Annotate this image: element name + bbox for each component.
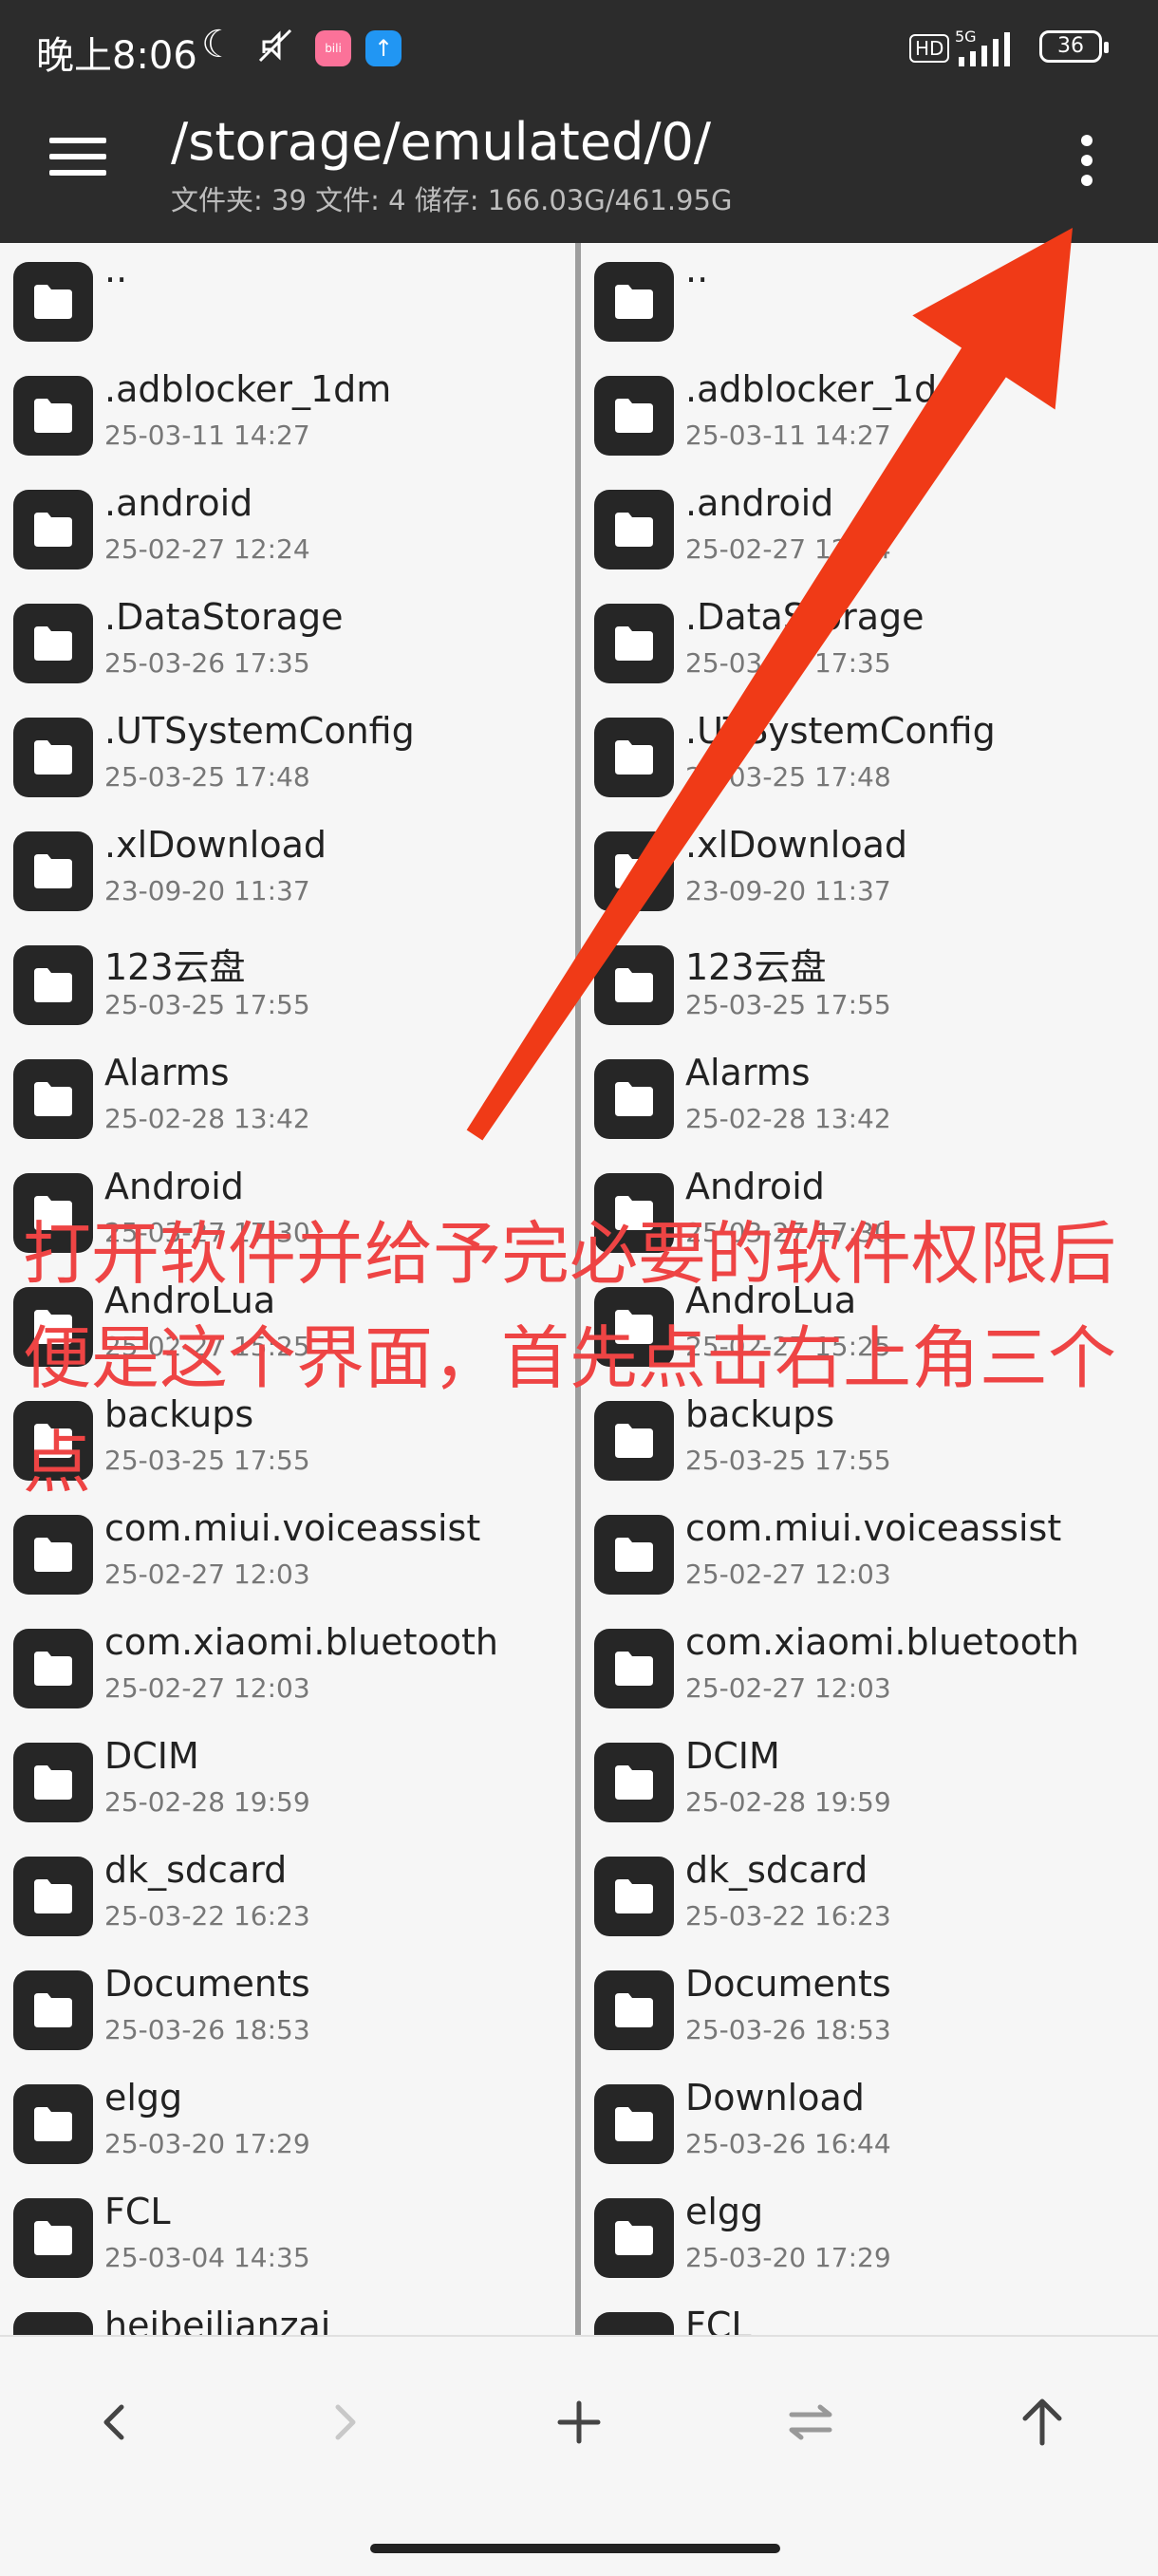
annotation-arrow xyxy=(466,228,1074,1141)
